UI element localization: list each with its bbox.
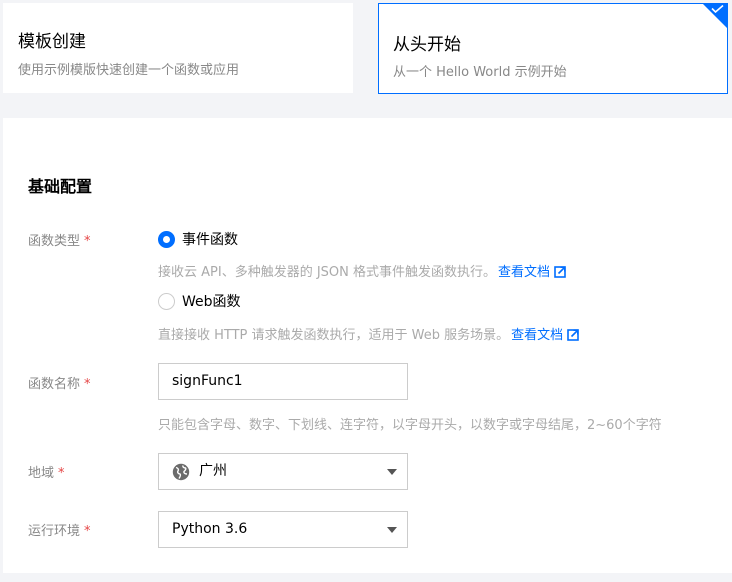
radio-button-unchecked[interactable]: [158, 292, 175, 310]
radio-label-web: Web函数: [182, 294, 241, 310]
web-help-text: 直接接收 HTTP 请求触发函数执行，适用于 Web 服务场景。: [158, 328, 510, 343]
chevron-down-icon: [387, 527, 397, 533]
section-title: 基础配置: [28, 177, 93, 196]
template-card-title: 模板创建: [18, 32, 86, 52]
event-help-text: 接收云 API、多种触发器的 JSON 格式事件触发函数执行。: [158, 265, 497, 280]
radio-web-function[interactable]: Web函数: [158, 291, 241, 311]
function-name-help: 只能包含字母、数字、下划线、连字符，以字母开头，以数字或字母结尾，2~60个字符: [158, 418, 662, 433]
from-scratch-card[interactable]: 从头开始 从一个 Hello World 示例开始: [378, 3, 728, 94]
web-function-help: 直接接收 HTTP 请求触发函数执行，适用于 Web 服务场景。 查看文档: [158, 324, 579, 343]
scratch-card-desc: 从一个 Hello World 示例开始: [393, 65, 567, 80]
runtime-value: Python 3.6: [172, 521, 248, 537]
required-mark: *: [84, 524, 91, 539]
scratch-card-title: 从头开始: [393, 35, 461, 55]
chevron-down-icon: [387, 469, 397, 475]
runtime-label: 运行环境 *: [28, 520, 91, 539]
external-link-icon[interactable]: [554, 266, 566, 278]
basic-config-panel: 基础配置 函数类型 * 事件函数 接收云 API、多种触发器的 JSON 格式事件…: [3, 118, 732, 573]
function-name-input[interactable]: signFunc1: [158, 363, 408, 400]
region-value: 广州: [199, 463, 227, 479]
region-select[interactable]: 广州: [158, 453, 408, 490]
external-link-icon[interactable]: [567, 329, 579, 341]
event-function-help: 接收云 API、多种触发器的 JSON 格式事件触发函数执行。 查看文档: [158, 261, 566, 280]
required-mark: *: [58, 466, 65, 481]
required-mark: *: [84, 377, 91, 392]
function-type-label-text: 函数类型: [28, 234, 81, 249]
checkmark-icon: [711, 5, 724, 13]
globe-icon: [172, 463, 190, 481]
function-name-label: 函数名称 *: [28, 373, 91, 392]
function-name-label-text: 函数名称: [28, 377, 81, 392]
radio-button-checked[interactable]: [158, 230, 175, 248]
template-create-card[interactable]: 模板创建 使用示例模版快速创建一个函数或应用: [3, 3, 353, 93]
region-label-text: 地域: [28, 466, 55, 481]
region-label: 地域 *: [28, 462, 65, 481]
radio-label-event: 事件函数: [182, 232, 238, 248]
runtime-label-text: 运行环境: [28, 524, 81, 539]
runtime-select[interactable]: Python 3.6: [158, 511, 408, 548]
web-doc-link[interactable]: 查看文档: [511, 328, 563, 343]
function-type-label: 函数类型 *: [28, 230, 91, 249]
template-card-desc: 使用示例模版快速创建一个函数或应用: [18, 63, 240, 78]
required-mark: *: [84, 234, 91, 249]
radio-event-function[interactable]: 事件函数: [158, 229, 238, 249]
event-doc-link[interactable]: 查看文档: [498, 265, 550, 280]
